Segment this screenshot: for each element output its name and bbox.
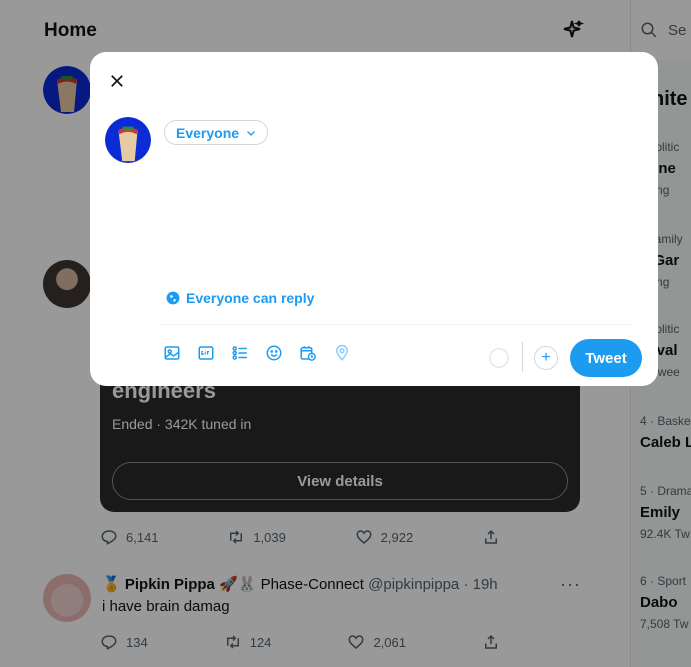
poll-icon[interactable] <box>231 344 249 362</box>
character-count-ring <box>488 347 510 369</box>
compose-toolbar <box>163 344 351 362</box>
location-icon[interactable] <box>333 344 351 362</box>
emoji-icon[interactable] <box>265 344 283 362</box>
tweet-button[interactable]: Tweet <box>570 339 642 377</box>
avatar[interactable] <box>105 117 151 163</box>
close-icon <box>111 75 123 87</box>
reply-setting-button[interactable]: Everyone can reply <box>166 290 314 306</box>
audience-selector[interactable]: Everyone <box>164 120 269 145</box>
compose-textarea[interactable] <box>166 176 626 286</box>
globe-icon <box>166 291 180 305</box>
reply-setting-label: Everyone can reply <box>186 290 315 306</box>
chevron-down-icon <box>247 130 255 136</box>
gif-icon[interactable] <box>197 344 215 362</box>
schedule-icon[interactable] <box>299 344 317 362</box>
compose-tweet-dialog: Everyone Everyone can reply + Tweet <box>90 52 658 386</box>
image-icon[interactable] <box>163 344 181 362</box>
toolbar-separator <box>522 342 523 372</box>
close-button[interactable] <box>102 66 132 96</box>
plus-icon: + <box>541 349 551 366</box>
audience-label: Everyone <box>176 124 240 141</box>
divider <box>160 324 634 325</box>
add-tweet-button[interactable]: + <box>534 346 558 370</box>
